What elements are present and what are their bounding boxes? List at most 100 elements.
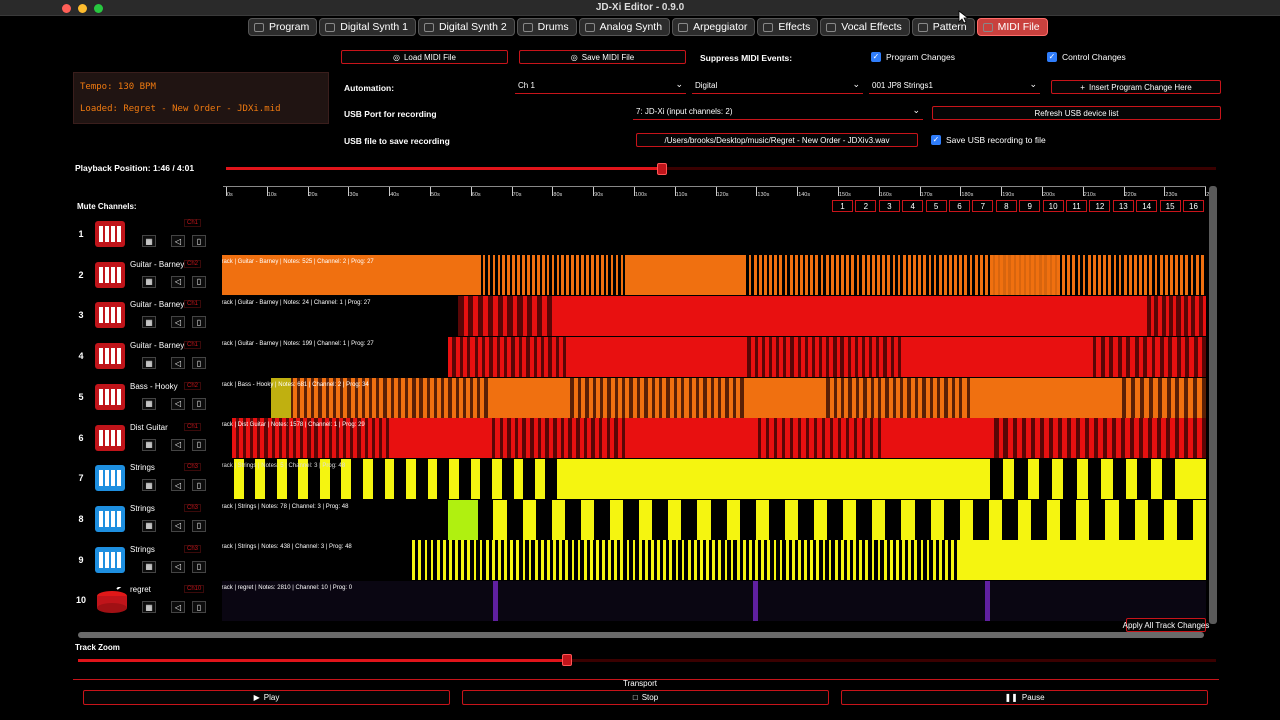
mute-channel-8-button[interactable]: 8 xyxy=(995,200,1017,212)
track-mute-button[interactable]: ◁ xyxy=(171,235,185,247)
mute-channel-10-button[interactable]: 10 xyxy=(1042,200,1064,212)
mute-channel-16-button[interactable]: 16 xyxy=(1183,200,1204,212)
track-channel-tag[interactable]: Ch2 xyxy=(184,381,202,390)
track-channel-tag[interactable]: Ch1 xyxy=(184,219,202,227)
track-delete-button[interactable]: ▯ xyxy=(192,519,206,532)
pause-button[interactable]: ❚❚ Pause xyxy=(841,690,1208,705)
apply-all-track-changes-button[interactable]: Apply All Track Changes xyxy=(1123,618,1209,632)
automation-program-select[interactable]: 001 JP8 Strings1 ⌄ xyxy=(869,80,1040,94)
track-delete-button[interactable]: ▯ xyxy=(192,601,206,614)
mute-channel-4-button[interactable]: 4 xyxy=(902,200,924,212)
track-keyboard-button[interactable]: ▦ xyxy=(142,479,156,492)
mute-channel-9-button[interactable]: 9 xyxy=(1019,200,1041,212)
automation-channel-select[interactable]: Ch 1 ⌄ xyxy=(515,80,686,94)
track-lane[interactable]: Track | regret | Notes: 2810 | Channel: … xyxy=(222,581,1206,621)
track-mute-button[interactable]: ◁ xyxy=(171,601,185,614)
tab-vocal-effects[interactable]: Vocal Effects xyxy=(820,18,910,36)
track-delete-button[interactable]: ▯ xyxy=(192,397,206,410)
track-lane[interactable]: Track | Guitar - Barney | Notes: 24 | Ch… xyxy=(222,296,1206,337)
track-channel-tag[interactable]: Ch3 xyxy=(184,544,202,553)
control-changes-checkbox[interactable]: ✓ Control Changes xyxy=(1047,52,1126,62)
usb-file-path-button[interactable]: /Users/brooks/Desktop/music/Regret - New… xyxy=(636,133,918,147)
track-channel-tag[interactable]: Ch10 xyxy=(184,585,205,594)
horizontal-scrollbar[interactable] xyxy=(78,632,1204,638)
track-channel-tag[interactable]: Ch3 xyxy=(184,503,202,512)
play-button[interactable]: ▶ Play xyxy=(83,690,450,705)
track-mute-button[interactable]: ◁ xyxy=(171,275,185,288)
track-keyboard-button[interactable]: ▦ xyxy=(142,275,156,288)
save-usb-checkbox[interactable]: ✓ Save USB recording to file xyxy=(931,135,1046,145)
tab-program[interactable]: Program xyxy=(248,18,318,36)
track-lane[interactable]: Track | Strings | Notes: 5 | Channel: 3 … xyxy=(222,458,1206,499)
track-lane[interactable]: Track | Bass - Hooky | Notes: 681 | Chan… xyxy=(222,377,1206,418)
note-block xyxy=(463,336,468,377)
mute-channel-14-button[interactable]: 14 xyxy=(1136,200,1158,212)
track-delete-button[interactable]: ▯ xyxy=(192,235,206,247)
track-keyboard-button[interactable]: ▦ xyxy=(142,357,156,370)
mute-channel-13-button[interactable]: 13 xyxy=(1112,200,1134,212)
key xyxy=(99,470,103,487)
playback-slider-handle[interactable] xyxy=(656,163,667,175)
track-delete-button[interactable]: ▯ xyxy=(192,438,206,451)
track-lane[interactable]: Track | Strings | Notes: 438 | Channel: … xyxy=(222,540,1206,581)
tab-arpeggiator[interactable]: Arpeggiator xyxy=(672,18,756,36)
track-delete-button[interactable]: ▯ xyxy=(192,316,206,329)
mute-channel-5-button[interactable]: 5 xyxy=(925,200,947,212)
mute-channel-7-button[interactable]: 7 xyxy=(972,200,994,212)
ruler-label: 110s xyxy=(675,192,688,198)
mute-channel-3-button[interactable]: 3 xyxy=(878,200,900,212)
track-delete-button[interactable]: ▯ xyxy=(192,479,206,492)
program-changes-checkbox[interactable]: ✓ Program Changes xyxy=(871,52,955,62)
stop-button[interactable]: □ Stop xyxy=(462,690,829,705)
track-delete-button[interactable]: ▯ xyxy=(192,357,206,370)
track-lane[interactable]: Track | Strings | Notes: 78 | Channel: 3… xyxy=(222,499,1206,540)
track-lane[interactable] xyxy=(222,215,1206,255)
track-delete-button[interactable]: ▯ xyxy=(192,560,206,573)
mute-channel-6-button[interactable]: 6 xyxy=(949,200,970,212)
mute-channel-1-button[interactable]: 1 xyxy=(832,200,853,212)
track-keyboard-button[interactable]: ▦ xyxy=(142,397,156,410)
mute-channel-15-button[interactable]: 15 xyxy=(1159,200,1181,212)
track-keyboard-button[interactable]: ▦ xyxy=(142,560,156,573)
vertical-scrollbar[interactable] xyxy=(1209,186,1217,624)
track-mute-button[interactable]: ◁ xyxy=(171,438,185,451)
track-mute-button[interactable]: ◁ xyxy=(171,397,185,410)
tab-digital-synth-1[interactable]: Digital Synth 1 xyxy=(319,18,416,36)
track-mute-button[interactable]: ◁ xyxy=(171,479,185,492)
ruler-label: 170s xyxy=(920,192,933,198)
track-keyboard-button[interactable]: ▦ xyxy=(142,316,156,329)
tab-midi-file[interactable]: MIDI File xyxy=(976,18,1048,36)
tab-digital-synth-2[interactable]: Digital Synth 2 xyxy=(417,18,515,36)
track-channel-tag[interactable]: Ch1 xyxy=(184,341,202,350)
track-lane[interactable]: Track | Guitar - Barney | Notes: 525 | C… xyxy=(222,255,1206,296)
insert-program-change-button[interactable]: + Insert Program Change Here xyxy=(1051,80,1221,94)
track-keyboard-button[interactable]: ▦ xyxy=(142,438,156,451)
mute-channel-11-button[interactable]: 11 xyxy=(1066,200,1087,212)
track-mute-button[interactable]: ◁ xyxy=(171,560,185,573)
track-channel-tag[interactable]: Ch2 xyxy=(184,259,202,268)
tab-effects[interactable]: Effects xyxy=(757,18,819,36)
tab-analog-synth[interactable]: Analog Synth xyxy=(578,18,671,36)
mute-channel-12-button[interactable]: 12 xyxy=(1089,200,1111,212)
track-lane[interactable]: Track | Guitar - Barney | Notes: 199 | C… xyxy=(222,336,1206,377)
track-channel-tag[interactable]: Ch1 xyxy=(184,422,202,431)
zoom-slider-handle[interactable] xyxy=(562,654,573,666)
track-mute-button[interactable]: ◁ xyxy=(171,316,185,329)
track-channel-tag[interactable]: Ch1 xyxy=(184,300,202,309)
tab-drums[interactable]: Drums xyxy=(516,18,577,36)
track-keyboard-button[interactable]: ▦ xyxy=(142,519,156,532)
automation-type-select[interactable]: Digital ⌄ xyxy=(692,80,863,94)
save-midi-button[interactable]: ◎ Save MIDI File xyxy=(519,50,686,64)
track-mute-button[interactable]: ◁ xyxy=(171,519,185,532)
track-lane[interactable]: Track | Dist Guitar | Notes: 1578 | Chan… xyxy=(222,418,1206,459)
load-midi-button[interactable]: ◎ Load MIDI File xyxy=(341,50,508,64)
track-delete-button[interactable]: ▯ xyxy=(192,275,206,288)
track-mute-button[interactable]: ◁ xyxy=(171,357,185,370)
track-keyboard-button[interactable]: ▦ xyxy=(142,601,156,614)
track-channel-tag[interactable]: Ch3 xyxy=(184,463,202,472)
refresh-usb-button[interactable]: Refresh USB device list xyxy=(932,106,1221,120)
note-block xyxy=(1159,255,1163,296)
usb-port-select[interactable]: 7: JD-Xi (input channels: 2) ⌄ xyxy=(633,106,923,120)
mute-channel-2-button[interactable]: 2 xyxy=(855,200,877,212)
track-keyboard-button[interactable]: ▦ xyxy=(142,235,156,247)
